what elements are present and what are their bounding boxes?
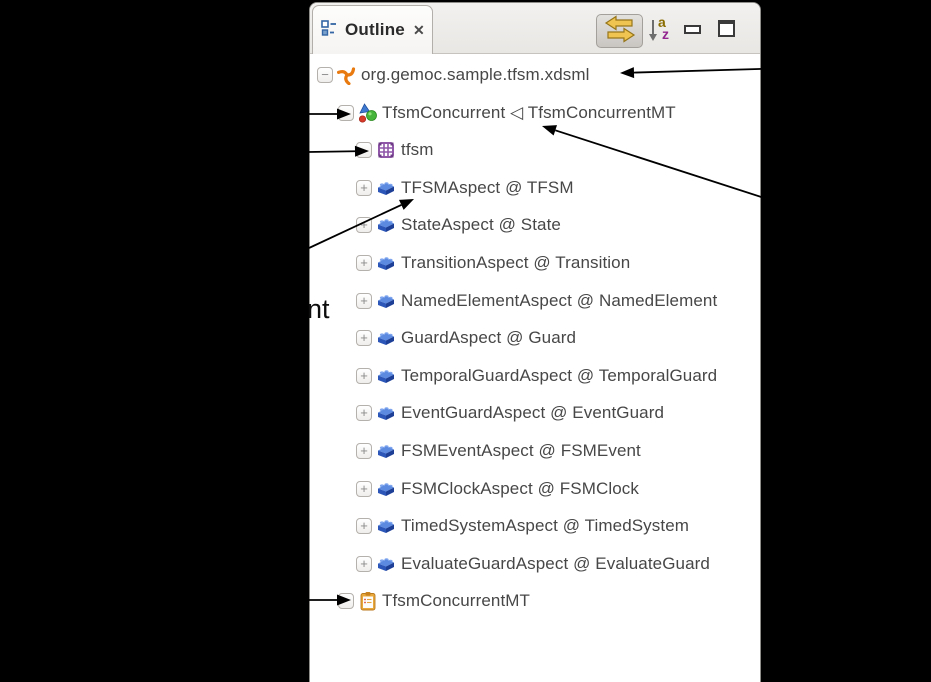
tree-item-label: tfsm bbox=[401, 135, 434, 165]
expander-box[interactable]: + bbox=[356, 481, 372, 497]
tree-row[interactable]: + EvaluateGuardAspect @ EvaluateGuard bbox=[310, 549, 760, 579]
sort-alphabetical-icon: a z bbox=[647, 16, 675, 44]
tree-row[interactable]: + FSMEventAspect @ FSMEvent bbox=[310, 436, 760, 466]
tree-item-label: TFSMAspect @ TFSM bbox=[401, 173, 574, 203]
sort-alphabetical-button[interactable]: a z bbox=[646, 15, 676, 45]
view-header: Outline ✕ a z bbox=[310, 3, 760, 54]
aspect-icon bbox=[376, 328, 396, 348]
tree-row[interactable]: + EventGuardAspect @ EventGuard bbox=[310, 398, 760, 428]
minimize-view-button[interactable] bbox=[684, 25, 701, 34]
expander-box[interactable]: + bbox=[356, 556, 372, 572]
aspect-icon bbox=[376, 291, 396, 311]
outline-view-panel: Outline ✕ a z bbox=[309, 2, 761, 682]
tree-item-label: EventGuardAspect @ EventGuard bbox=[401, 398, 664, 428]
expander-box[interactable]: + bbox=[356, 180, 372, 196]
expander-box[interactable]: + bbox=[356, 293, 372, 309]
expander-box[interactable]: + bbox=[356, 330, 372, 346]
metamodel-icon bbox=[376, 140, 396, 160]
tree-row[interactable]: + NamedElementAspect @ NamedElement bbox=[310, 286, 760, 316]
maximize-view-button[interactable] bbox=[718, 20, 735, 37]
clipped-annotation-text: nt bbox=[307, 294, 330, 325]
tree-row[interactable]: + TemporalGuardAspect @ TemporalGuard bbox=[310, 361, 760, 391]
aspect-icon bbox=[376, 441, 396, 461]
tree-item-label: TransitionAspect @ Transition bbox=[401, 248, 630, 278]
tree-row[interactable]: TfsmConcurrent ◁ TfsmConcurrentMT bbox=[310, 98, 760, 128]
link-with-editor-icon bbox=[602, 14, 638, 49]
expander-box[interactable]: + bbox=[356, 443, 372, 459]
tab-title: Outline bbox=[345, 20, 405, 40]
tree-item-label: TemporalGuardAspect @ TemporalGuard bbox=[401, 361, 717, 391]
tree-item-label: NamedElementAspect @ NamedElement bbox=[401, 286, 717, 316]
tree-item-label: FSMEventAspect @ FSMEvent bbox=[401, 436, 641, 466]
expander-box[interactable] bbox=[338, 105, 354, 121]
aspect-icon bbox=[376, 554, 396, 574]
tree-row[interactable]: + TFSMAspect @ TFSM bbox=[310, 173, 760, 203]
tree-item-label: TfsmConcurrentMT bbox=[382, 586, 530, 616]
tree-row[interactable]: + StateAspect @ State bbox=[310, 210, 760, 240]
aspect-icon bbox=[376, 366, 396, 386]
tree-row[interactable]: + TimedSystemAspect @ TimedSystem bbox=[310, 511, 760, 541]
expander-box[interactable]: + bbox=[356, 518, 372, 534]
expander-box[interactable]: + bbox=[356, 368, 372, 384]
aspect-icon bbox=[376, 479, 396, 499]
gemoc-logo-icon bbox=[337, 65, 357, 85]
tree-item-label: EvaluateGuardAspect @ EvaluateGuard bbox=[401, 549, 710, 579]
expander-box[interactable]: + bbox=[356, 405, 372, 421]
sort-letter-z: z bbox=[662, 26, 669, 42]
tree-item-label: FSMClockAspect @ FSMClock bbox=[401, 474, 639, 504]
aspect-icon bbox=[376, 178, 396, 198]
aspect-icon bbox=[376, 516, 396, 536]
link-with-editor-button[interactable] bbox=[596, 14, 643, 48]
aspect-icon bbox=[376, 215, 396, 235]
tab-outline[interactable]: Outline ✕ bbox=[312, 5, 433, 54]
aspect-icon bbox=[376, 253, 396, 273]
tree-item-label: StateAspect @ State bbox=[401, 210, 561, 240]
tree-row[interactable]: − org.gemoc.sample.tfsm.xdsml bbox=[310, 60, 760, 90]
expander-box[interactable] bbox=[338, 593, 354, 609]
tree-item-label: GuardAspect @ Guard bbox=[401, 323, 576, 353]
outline-view-icon bbox=[321, 19, 339, 42]
tree-item-label: TfsmConcurrent ◁ TfsmConcurrentMT bbox=[382, 98, 676, 128]
tree-row[interactable]: + TransitionAspect @ Transition bbox=[310, 248, 760, 278]
tree-row[interactable]: tfsm bbox=[310, 135, 760, 165]
close-tab-icon[interactable]: ✕ bbox=[413, 22, 425, 39]
expander-box[interactable]: + bbox=[356, 255, 372, 271]
tree-row[interactable]: TfsmConcurrentMT bbox=[310, 586, 760, 616]
expander-box[interactable] bbox=[356, 142, 372, 158]
tree-item-label: TimedSystemAspect @ TimedSystem bbox=[401, 511, 689, 541]
expander-box[interactable]: + bbox=[356, 217, 372, 233]
tree-row[interactable]: + FSMClockAspect @ FSMClock bbox=[310, 474, 760, 504]
tree-item-label: org.gemoc.sample.tfsm.xdsml bbox=[361, 60, 590, 90]
screenshot-root: Outline ✕ a z bbox=[0, 0, 931, 682]
tree-row[interactable]: + GuardAspect @ Guard bbox=[310, 323, 760, 353]
aspect-icon bbox=[376, 403, 396, 423]
concurrent-language-icon bbox=[358, 103, 378, 123]
clipboard-icon bbox=[358, 591, 378, 611]
expander-box[interactable]: − bbox=[317, 67, 333, 83]
